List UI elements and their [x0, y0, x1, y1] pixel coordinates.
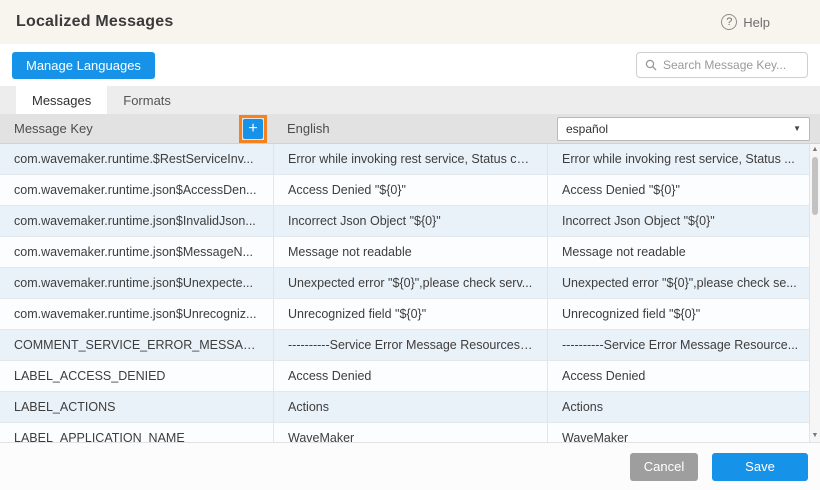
- help-label: Help: [743, 15, 770, 30]
- vertical-scrollbar[interactable]: ▲ ▼: [809, 144, 820, 442]
- cell-message-key: LABEL_ACCESS_DENIED: [0, 361, 273, 391]
- cell-message-key: com.wavemaker.runtime.json$AccessDen...: [0, 175, 273, 205]
- cell-english: Incorrect Json Object "${0}": [273, 206, 547, 236]
- scrollbar-thumb[interactable]: [812, 157, 818, 215]
- cell-message-key: com.wavemaker.runtime.json$MessageN...: [0, 237, 273, 267]
- table-row[interactable]: LABEL_ACCESS_DENIED Access Denied Access…: [0, 361, 820, 392]
- page-title: Localized Messages: [16, 13, 173, 31]
- cell-message-key: LABEL_ACTIONS: [0, 392, 273, 422]
- cell-english: WaveMaker: [273, 423, 547, 442]
- scroll-up-icon[interactable]: ▲: [810, 145, 820, 155]
- cell-localized: WaveMaker: [547, 423, 820, 442]
- tab-messages[interactable]: Messages: [16, 86, 107, 114]
- cell-english: Unexpected error "${0}",please check ser…: [273, 268, 547, 298]
- cell-english: ----------Service Error Message Resource…: [273, 330, 547, 360]
- cell-localized: Unexpected error "${0}",please check se.…: [547, 268, 820, 298]
- cell-message-key: LABEL_APPLICATION_NAME: [0, 423, 273, 442]
- table-body: com.wavemaker.runtime.$RestServiceInv...…: [0, 144, 820, 442]
- table-row[interactable]: LABEL_APPLICATION_NAME WaveMaker WaveMak…: [0, 423, 820, 442]
- cell-message-key: com.wavemaker.runtime.$RestServiceInv...: [0, 144, 273, 174]
- search-icon: [645, 59, 657, 71]
- cell-localized: Access Denied: [547, 361, 820, 391]
- table-row[interactable]: com.wavemaker.runtime.json$Unexpecte... …: [0, 268, 820, 299]
- cell-localized: Access Denied "${0}": [547, 175, 820, 205]
- cell-english: Access Denied: [273, 361, 547, 391]
- add-button-highlight: +: [239, 115, 267, 143]
- cell-localized: Unrecognized field "${0}": [547, 299, 820, 329]
- column-header-message-key: Message Key: [14, 121, 93, 136]
- cell-localized: Message not readable: [547, 237, 820, 267]
- plus-icon: +: [248, 120, 257, 137]
- cell-message-key: com.wavemaker.runtime.json$InvalidJson..…: [0, 206, 273, 236]
- toolbar: Manage Languages: [0, 44, 820, 86]
- table-row[interactable]: com.wavemaker.runtime.json$Unrecogniz...…: [0, 299, 820, 330]
- language-select-value: español: [566, 122, 608, 136]
- help-button[interactable]: ? Help: [721, 14, 770, 30]
- table-row[interactable]: com.wavemaker.runtime.json$MessageN... M…: [0, 237, 820, 268]
- cell-localized: ----------Service Error Message Resource…: [547, 330, 820, 360]
- cell-english: Error while invoking rest service, Statu…: [273, 144, 547, 174]
- table-row[interactable]: COMMENT_SERVICE_ERROR_MESSAGES ---------…: [0, 330, 820, 361]
- cell-localized: Incorrect Json Object "${0}": [547, 206, 820, 236]
- cell-english: Unrecognized field "${0}": [273, 299, 547, 329]
- table-row[interactable]: com.wavemaker.runtime.$RestServiceInv...…: [0, 144, 820, 175]
- column-header-english: English: [287, 121, 330, 136]
- cell-localized: Actions: [547, 392, 820, 422]
- manage-languages-button[interactable]: Manage Languages: [12, 52, 155, 79]
- dialog-footer: Cancel Save: [0, 442, 820, 490]
- help-icon: ?: [721, 14, 737, 30]
- chevron-down-icon: ▼: [793, 124, 801, 133]
- localized-messages-dialog: Localized Messages ? Help Manage Languag…: [0, 0, 820, 490]
- table-header: Message Key + English español ▼: [0, 114, 820, 144]
- search-input[interactable]: [663, 58, 799, 72]
- cell-localized: Error while invoking rest service, Statu…: [547, 144, 820, 174]
- language-select[interactable]: español ▼: [557, 117, 810, 141]
- save-button[interactable]: Save: [712, 453, 808, 481]
- cell-message-key: com.wavemaker.runtime.json$Unrecogniz...: [0, 299, 273, 329]
- scroll-down-icon[interactable]: ▼: [810, 431, 820, 441]
- dialog-header: Localized Messages ? Help: [0, 0, 820, 44]
- cell-english: Actions: [273, 392, 547, 422]
- table-row[interactable]: com.wavemaker.runtime.json$AccessDen... …: [0, 175, 820, 206]
- add-message-key-button[interactable]: +: [243, 119, 263, 139]
- cell-english: Message not readable: [273, 237, 547, 267]
- cancel-button[interactable]: Cancel: [630, 453, 698, 481]
- tab-bar: Messages Formats: [0, 86, 820, 114]
- cell-message-key: com.wavemaker.runtime.json$Unexpecte...: [0, 268, 273, 298]
- table-row[interactable]: LABEL_ACTIONS Actions Actions: [0, 392, 820, 423]
- table-row[interactable]: com.wavemaker.runtime.json$InvalidJson..…: [0, 206, 820, 237]
- search-box: [636, 52, 808, 78]
- cell-message-key: COMMENT_SERVICE_ERROR_MESSAGES: [0, 330, 273, 360]
- cell-english: Access Denied "${0}": [273, 175, 547, 205]
- tab-formats[interactable]: Formats: [107, 86, 187, 114]
